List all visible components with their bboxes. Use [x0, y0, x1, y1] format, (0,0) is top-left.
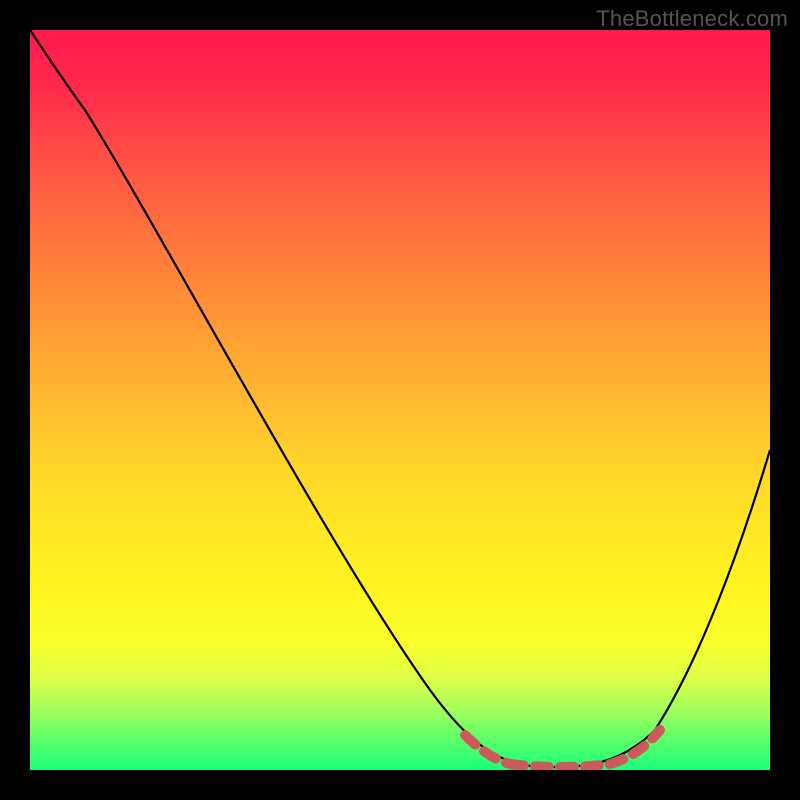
- highlight-segment-right: [610, 730, 660, 764]
- plot-area: [30, 30, 770, 770]
- bottleneck-curve: [30, 30, 770, 767]
- chart-frame: TheBottleneck.com: [0, 0, 800, 800]
- curve-layer: [30, 30, 770, 770]
- highlight-segment-bottom: [510, 764, 610, 767]
- highlight-segment-left: [465, 735, 510, 764]
- watermark-label: TheBottleneck.com: [596, 6, 788, 32]
